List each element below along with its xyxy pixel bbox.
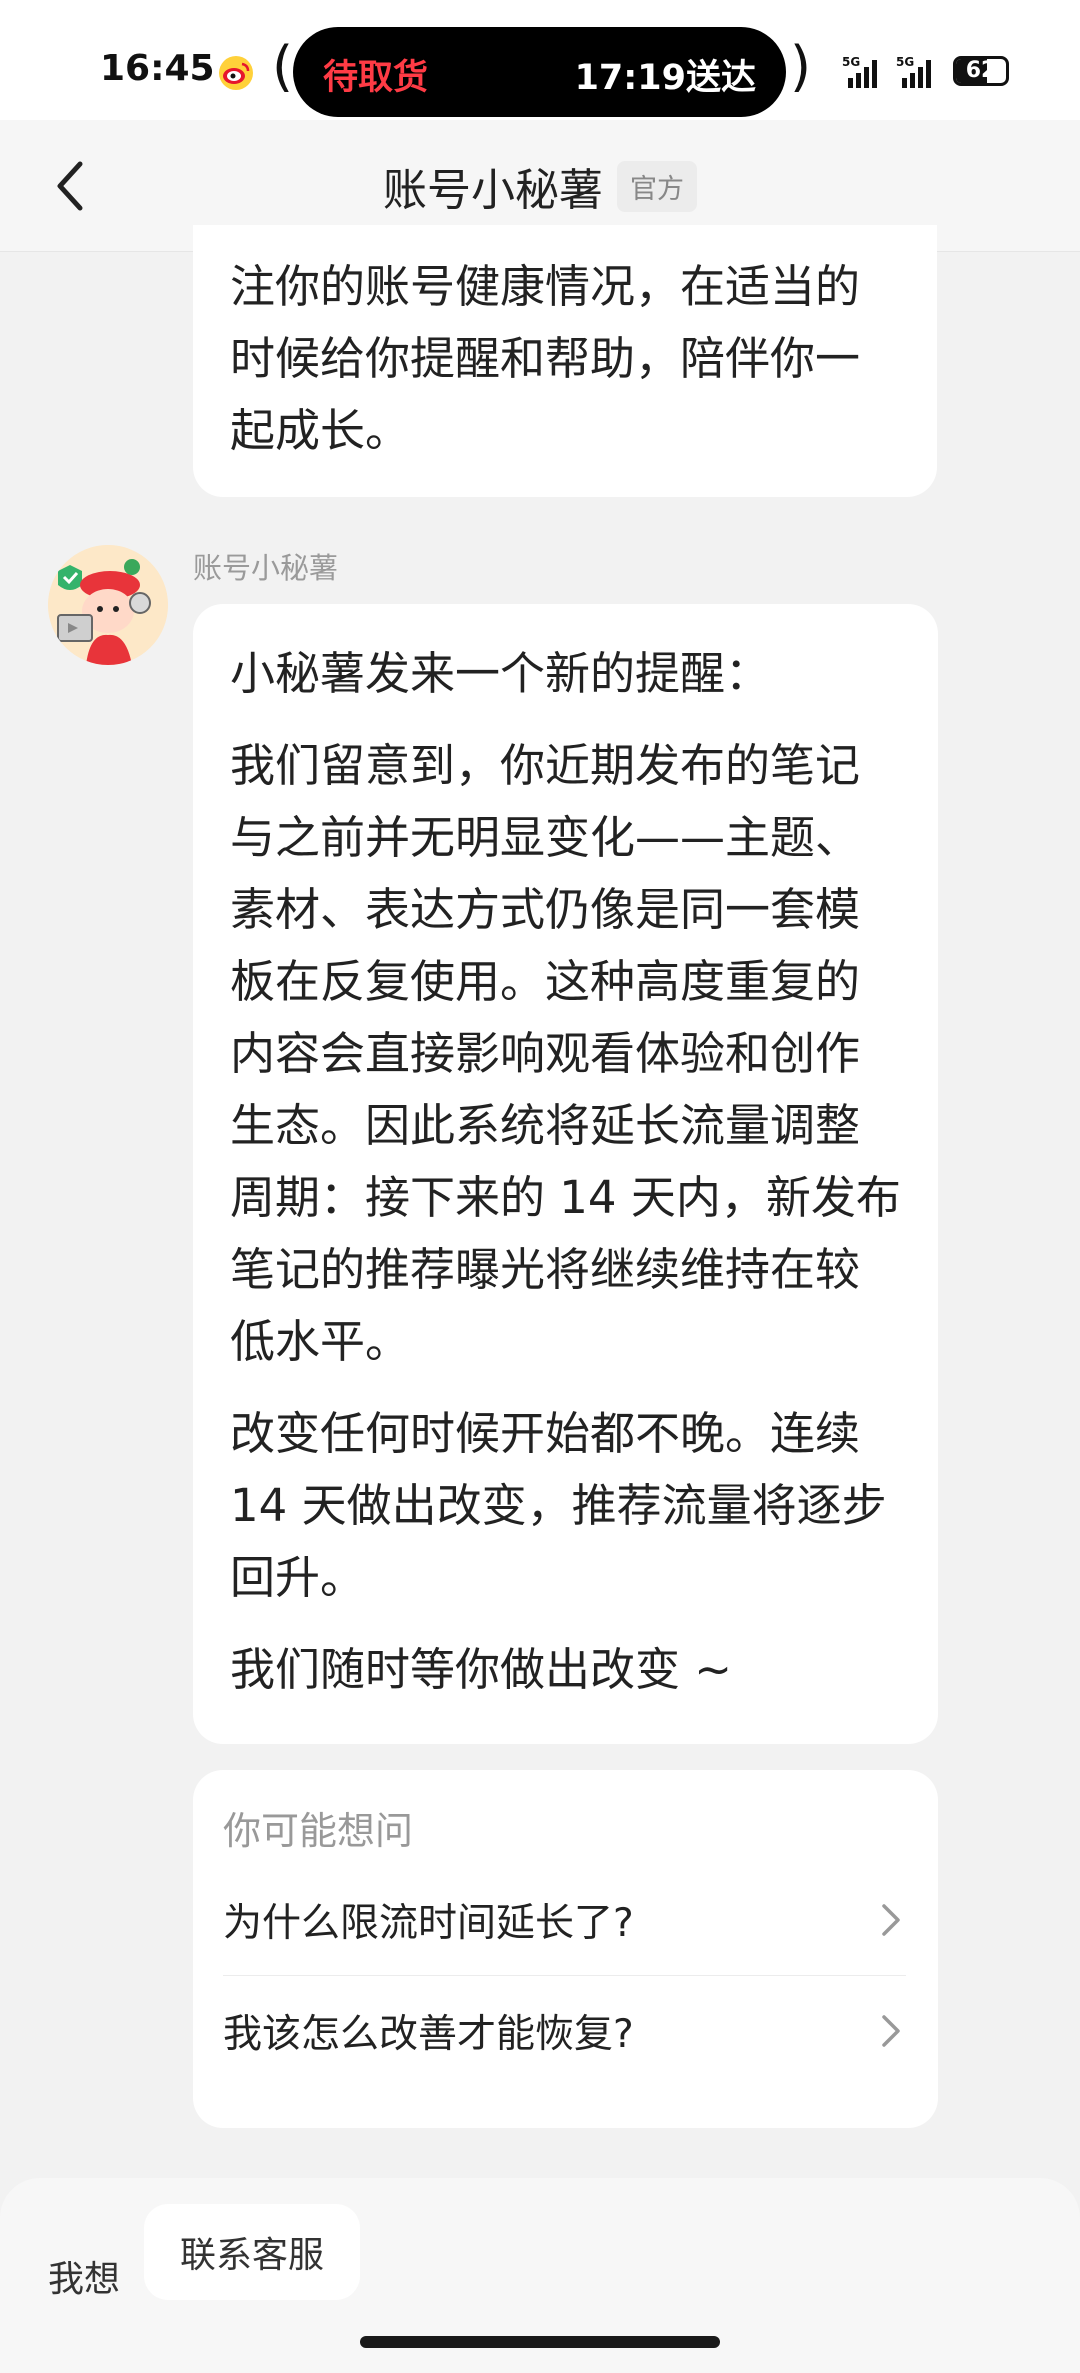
island-eta-text: 17:19送达	[574, 58, 756, 98]
message-bubble-previous: 注你的账号健康情况，在适当的时候给你提醒和帮助，陪伴你一起成长。	[193, 225, 937, 497]
message-paragraph: 改变任何时候开始都不晚。连续 14 天做出改变，推荐流量将逐步回升。	[230, 1407, 887, 1604]
message-text: 注你的账号健康情况，在适当的时候给你提醒和帮助，陪伴你一起成长。	[230, 260, 861, 457]
signal-icon: 5G	[842, 55, 877, 88]
signal-label: 5G	[896, 55, 914, 69]
chevron-right-icon	[882, 2015, 900, 2047]
suggestion-item[interactable]: 为什么限流时间延长了?	[223, 1865, 906, 1975]
status-time: 16:45	[100, 48, 215, 89]
mascot-avatar-icon	[48, 545, 168, 665]
official-badge: 官方	[617, 160, 697, 212]
chevron-right-icon	[882, 1904, 900, 1936]
contact-support-button[interactable]: 联系客服	[144, 2204, 360, 2300]
message-paragraph: 我们随时等你做出改变 ~	[230, 1643, 733, 1696]
battery-level: 62	[965, 58, 997, 83]
suggestions-title: 你可能想问	[223, 1809, 414, 1853]
island-status-text: 待取货	[323, 58, 429, 98]
page-title: 账号小秘薯	[383, 165, 603, 216]
suggestions-card: 你可能想问 为什么限流时间延长了? 我该怎么改善才能恢复?	[193, 1770, 938, 2128]
avatar[interactable]	[48, 545, 168, 665]
island-right-paren: )	[790, 35, 812, 98]
suggestion-label: 我该怎么改善才能恢复?	[223, 2012, 634, 2057]
suggestion-item[interactable]: 我该怎么改善才能恢复?	[223, 1976, 906, 2086]
message-paragraph: 我们留意到，你近期发布的笔记与之前并无明显变化——主题、素材、表达方式仍像是同一…	[230, 739, 901, 1368]
message-heading: 小秘薯发来一个新的提醒：	[230, 647, 771, 700]
quick-label: 我想	[48, 2259, 121, 2300]
suggestion-label: 为什么限流时间延长了?	[223, 1901, 634, 1946]
island-left-paren: (	[272, 35, 294, 98]
message-bubble-main: 小秘薯发来一个新的提醒： 我们留意到，你近期发布的笔记与之前并无明显变化——主题…	[193, 604, 938, 1744]
home-indicator[interactable]	[360, 2336, 720, 2348]
status-bar: 16:45 ( 待取货 17:19送达 ) 5G 5G 62	[0, 0, 1080, 120]
battery-icon: 62	[953, 56, 1009, 86]
weibo-icon	[219, 56, 253, 90]
signal-icon: 5G	[896, 55, 931, 88]
dynamic-island[interactable]: 待取货 17:19送达	[293, 27, 786, 117]
signal-label: 5G	[842, 55, 860, 69]
sender-name: 账号小秘薯	[193, 551, 339, 585]
